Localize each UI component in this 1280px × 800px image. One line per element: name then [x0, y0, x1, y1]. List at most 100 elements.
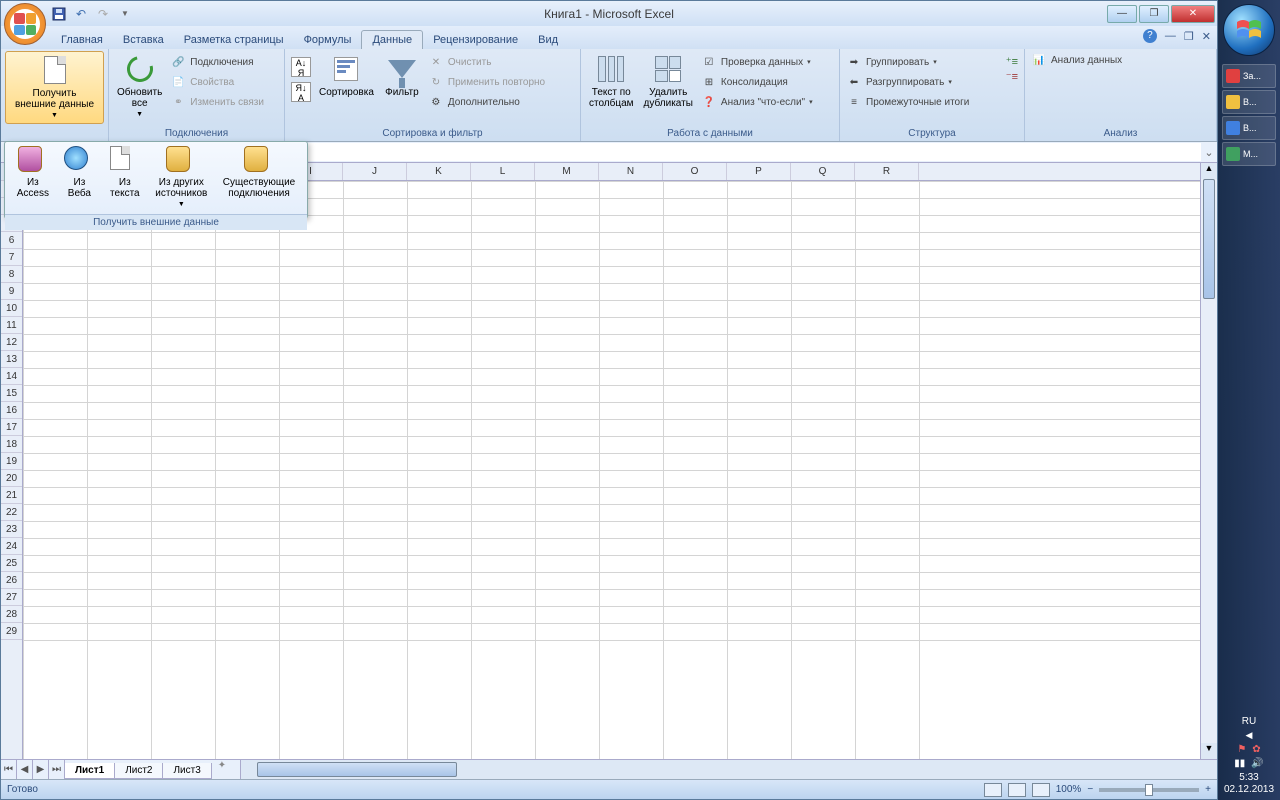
tray-icon-1[interactable]: ⚑ — [1237, 744, 1246, 755]
save-icon[interactable] — [51, 6, 67, 22]
taskbar-item[interactable]: M... — [1222, 142, 1276, 166]
reapply-button[interactable]: ↻Применить повторно — [426, 73, 547, 91]
refresh-all-button[interactable]: Обновить все ▼ — [113, 51, 166, 122]
sheet-tab[interactable]: Лист1 — [64, 763, 115, 779]
redo-icon[interactable]: ↷ — [95, 6, 111, 22]
tray-icon-2[interactable]: ✿ — [1252, 744, 1260, 755]
start-button[interactable] — [1223, 4, 1275, 56]
row-header[interactable]: 9 — [1, 283, 22, 300]
filter-button[interactable]: Фильтр — [380, 51, 424, 100]
column-header[interactable]: K — [407, 163, 471, 180]
from-text-button[interactable]: Из текста — [108, 144, 142, 212]
row-header[interactable]: 12 — [1, 334, 22, 351]
formula-expand-icon[interactable]: ⌄ — [1201, 146, 1217, 159]
row-header[interactable]: 20 — [1, 470, 22, 487]
volume-icon[interactable]: 🔊 — [1251, 758, 1263, 769]
horizontal-scrollbar[interactable] — [240, 760, 1217, 779]
clear-filter-button[interactable]: ✕Очистить — [426, 53, 547, 71]
row-header[interactable]: 15 — [1, 385, 22, 402]
text-to-columns-button[interactable]: Текст по столбцам — [585, 51, 638, 111]
row-header[interactable]: 29 — [1, 623, 22, 640]
hide-detail-icon[interactable]: ⁻≡ — [1006, 70, 1018, 83]
tab-view[interactable]: Вид — [528, 31, 568, 49]
row-header[interactable]: 23 — [1, 521, 22, 538]
taskbar-item[interactable]: За... — [1222, 64, 1276, 88]
sheet-next-icon[interactable]: ▶ — [33, 760, 49, 779]
get-external-data-button[interactable]: Получить внешние данные ▼ — [5, 51, 104, 124]
column-header[interactable]: P — [727, 163, 791, 180]
sort-button[interactable]: Сортировка — [315, 51, 378, 100]
tab-formulas[interactable]: Формулы — [294, 31, 362, 49]
from-access-button[interactable]: Из Access — [15, 144, 51, 212]
doc-restore-icon[interactable]: ❐ — [1184, 30, 1194, 43]
scroll-down-icon[interactable]: ▼ — [1201, 743, 1217, 759]
column-header[interactable]: N — [599, 163, 663, 180]
column-header[interactable]: L — [471, 163, 535, 180]
row-header[interactable]: 13 — [1, 351, 22, 368]
sheet-tab[interactable]: Лист2 — [114, 763, 163, 779]
properties-button[interactable]: 📄Свойства — [168, 73, 266, 91]
row-header[interactable]: 28 — [1, 606, 22, 623]
row-header[interactable]: 8 — [1, 266, 22, 283]
row-header[interactable]: 11 — [1, 317, 22, 334]
show-detail-icon[interactable]: ⁺≡ — [1006, 55, 1018, 68]
scroll-up-icon[interactable]: ▲ — [1201, 163, 1217, 179]
office-button[interactable] — [4, 3, 46, 45]
column-header[interactable]: O — [663, 163, 727, 180]
sheet-prev-icon[interactable]: ◀ — [17, 760, 33, 779]
view-layout-button[interactable] — [1008, 783, 1026, 797]
sort-asc-button[interactable]: А↓Я — [291, 57, 311, 77]
sheet-last-icon[interactable]: ⏭ — [49, 760, 65, 779]
ungroup-button[interactable]: ⬅Разгруппировать ▾ — [844, 73, 1002, 91]
maximize-button[interactable]: ❐ — [1139, 5, 1169, 23]
new-sheet-icon[interactable]: ✦ — [212, 760, 232, 779]
row-header[interactable]: 6 — [1, 232, 22, 249]
from-other-sources-button[interactable]: Из других источников▼ — [153, 144, 209, 212]
zoom-thumb[interactable] — [1145, 784, 1153, 796]
qat-dropdown-icon[interactable]: ▼ — [117, 6, 133, 22]
data-analysis-button[interactable]: 📊Анализ данных — [1029, 51, 1124, 69]
doc-close-icon[interactable]: ✕ — [1202, 30, 1211, 43]
column-header[interactable]: R — [855, 163, 919, 180]
tab-home[interactable]: Главная — [51, 31, 113, 49]
sheet-tab[interactable]: Лист3 — [162, 763, 211, 779]
connections-button[interactable]: 🔗Подключения — [168, 53, 266, 71]
clock[interactable]: 5:33 02.12.2013 — [1224, 772, 1274, 796]
hscroll-thumb[interactable] — [257, 762, 457, 777]
consolidate-button[interactable]: ⊞Консолидация — [699, 73, 815, 91]
row-header[interactable]: 16 — [1, 402, 22, 419]
from-web-button[interactable]: Из Веба — [62, 144, 96, 212]
row-header[interactable]: 22 — [1, 504, 22, 521]
tab-review[interactable]: Рецензирование — [423, 31, 528, 49]
row-header[interactable]: 7 — [1, 249, 22, 266]
what-if-button[interactable]: ❓Анализ "что-если" ▾ — [699, 93, 815, 111]
taskbar-item[interactable]: В... — [1222, 90, 1276, 114]
subtotal-button[interactable]: ≡Промежуточные итоги — [844, 93, 1002, 111]
taskbar-item[interactable]: В... — [1222, 116, 1276, 140]
data-validation-button[interactable]: ☑Проверка данных ▾ — [699, 53, 815, 71]
row-header[interactable]: 26 — [1, 572, 22, 589]
help-icon[interactable]: ? — [1143, 29, 1157, 43]
column-header[interactable]: M — [535, 163, 599, 180]
sheet-first-icon[interactable]: ⏮ — [1, 760, 17, 779]
group-button[interactable]: ➡Группировать ▾ — [844, 53, 1002, 71]
zoom-out-icon[interactable]: − — [1087, 784, 1093, 795]
view-normal-button[interactable] — [984, 783, 1002, 797]
row-header[interactable]: 10 — [1, 300, 22, 317]
vscroll-thumb[interactable] — [1203, 179, 1215, 299]
tab-data[interactable]: Данные — [361, 30, 423, 49]
zoom-in-icon[interactable]: + — [1205, 784, 1211, 795]
row-header[interactable]: 17 — [1, 419, 22, 436]
lang-indicator[interactable]: RU — [1242, 716, 1256, 727]
existing-connections-button[interactable]: Существующие подключения — [221, 144, 297, 212]
tab-insert[interactable]: Вставка — [113, 31, 174, 49]
doc-minimize-icon[interactable]: — — [1165, 30, 1176, 42]
advanced-filter-button[interactable]: ⚙Дополнительно — [426, 93, 547, 111]
zoom-slider[interactable] — [1099, 788, 1199, 792]
close-button[interactable]: ✕ — [1171, 5, 1215, 23]
row-header[interactable]: 21 — [1, 487, 22, 504]
remove-duplicates-button[interactable]: Удалить дубликаты — [640, 51, 697, 111]
row-header[interactable]: 14 — [1, 368, 22, 385]
undo-icon[interactable]: ↶ — [73, 6, 89, 22]
vertical-scrollbar[interactable]: ▲ ▼ — [1200, 163, 1217, 759]
